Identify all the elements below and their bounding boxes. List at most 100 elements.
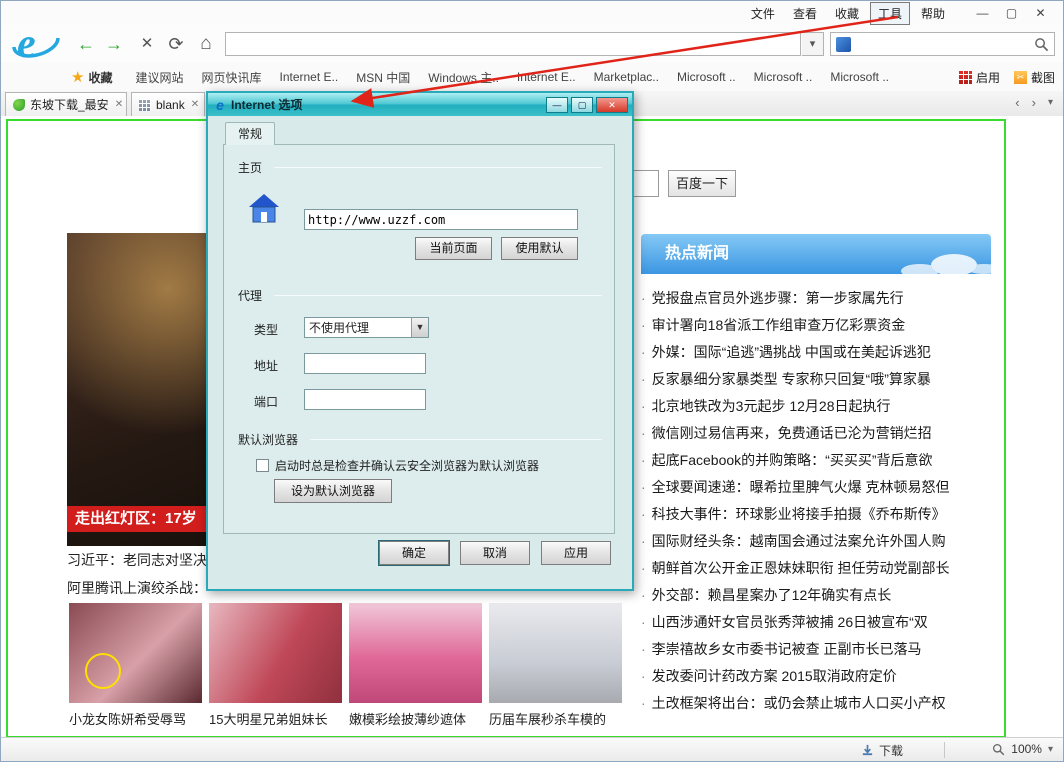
dialog-title-bar[interactable]: e Internet 选项 — ▢ ✕: [208, 93, 632, 116]
menu-help[interactable]: 帮助: [914, 3, 952, 24]
forward-button[interactable]: →: [101, 31, 127, 57]
news-item[interactable]: · 发改委问计药改方案 2015取消政府定价: [641, 663, 991, 690]
ok-button[interactable]: 确定: [379, 541, 449, 565]
tab-close-icon[interactable]: ✕: [185, 99, 199, 110]
menu-file[interactable]: 文件: [744, 3, 782, 24]
refresh-icon[interactable]: ⟳: [163, 31, 189, 57]
menu-favorites[interactable]: 收藏: [828, 3, 866, 24]
proxy-type-select[interactable]: 不使用代理 ▼: [304, 317, 429, 338]
thumbnail-image[interactable]: [489, 603, 622, 703]
tab-list-icon[interactable]: ▾: [1048, 97, 1053, 108]
proxy-type-value: 不使用代理: [309, 321, 370, 335]
thumbnail-caption[interactable]: 小龙女陈妍希受辱骂: [69, 709, 202, 728]
tab-general[interactable]: 常规: [225, 122, 275, 145]
hot-news-panel: 热点新闻 · 党报盘点官员外逃步骤：第一步家属先行 · 审计署向18省派工作组审查万…: [641, 234, 991, 717]
favorites-star-icon[interactable]: ★: [71, 68, 84, 86]
thumbnail-caption[interactable]: 历届车展秒杀车模的: [489, 709, 622, 728]
tab-scroll-right-icon[interactable]: ›: [1032, 95, 1036, 110]
news-item[interactable]: · 起底Facebook的并购策略：“买买买”背后意欲: [641, 447, 991, 474]
set-default-browser-button[interactable]: 设为默认浏览器: [274, 479, 392, 503]
news-item[interactable]: · 反家暴细分家暴类型 专家称只回复“哦”算家暴: [641, 366, 991, 393]
thumbnail-caption[interactable]: 嫩模彩绘披薄纱遮体: [349, 709, 482, 728]
cancel-button[interactable]: 取消: [460, 541, 530, 565]
thumbnail-image[interactable]: [349, 603, 482, 703]
menu-tools[interactable]: 工具: [869, 1, 910, 25]
dialog-close-button[interactable]: ✕: [596, 96, 628, 113]
thumbnail-card[interactable]: 小龙女陈妍希受辱骂: [69, 603, 202, 728]
download-button[interactable]: 下载: [861, 742, 903, 759]
news-item[interactable]: · 全球要闻速递：曝希拉里脾气火爆 克林顿易怒但: [641, 474, 991, 501]
fav-link-marketplace[interactable]: Marketplac..: [594, 70, 659, 84]
favorites-bar-right: 启用 ✂ 截图: [958, 63, 1055, 91]
thumbnail-card[interactable]: 历届车展秒杀车模的: [489, 603, 622, 728]
default-browser-checkbox[interactable]: [256, 459, 269, 472]
default-browser-checkbox-label[interactable]: 启动时总是检查并确认云安全浏览器为默认浏览器: [275, 457, 539, 474]
home-icon[interactable]: ⌂: [193, 31, 219, 57]
search-provider-icon: [836, 36, 851, 52]
close-button[interactable]: ✕: [1026, 4, 1055, 22]
fav-link-microsoft-2[interactable]: Microsoft ..: [754, 70, 813, 84]
news-list: · 党报盘点官员外逃步骤：第一步家属先行 · 审计署向18省派工作组审查万亿彩票资金…: [641, 274, 991, 717]
proxy-address-input[interactable]: [304, 353, 426, 374]
dialog-maximize-button[interactable]: ▢: [571, 96, 593, 113]
stop-button[interactable]: ✕: [134, 31, 160, 57]
news-item[interactable]: · 李崇禧故乡女市委书记被查 正副市长已落马: [641, 636, 991, 663]
enable-button[interactable]: 启用: [976, 69, 1000, 86]
news-item[interactable]: · 国际财经头条：越南国会通过法案允许外国人购: [641, 528, 991, 555]
news-item[interactable]: · 山西涉通奸女官员张秀萍被捕 26日被宣布“双: [641, 609, 991, 636]
headline-link[interactable]: 阿里腾讯上演绞杀战：: [67, 578, 207, 598]
fav-link-internet-explorer-1[interactable]: Internet E..: [280, 70, 339, 84]
thumbnail-caption[interactable]: 15大明星兄弟姐妹长: [209, 709, 342, 728]
news-item[interactable]: · 微信刚过易信再来，免费通话已沦为营销烂招: [641, 420, 991, 447]
menu-view[interactable]: 查看: [786, 3, 824, 24]
use-default-button[interactable]: 使用默认: [501, 237, 578, 260]
news-item[interactable]: · 朝鲜首次公开金正恩妹妹职衔 担任劳动党副部长: [641, 555, 991, 582]
default-browser-section-label: 默认浏览器: [238, 433, 299, 447]
thumbnail-image[interactable]: [69, 603, 202, 703]
news-item[interactable]: · 党报盘点官员外逃步骤：第一步家属先行: [641, 285, 991, 312]
maximize-button[interactable]: ▢: [997, 4, 1026, 22]
news-item[interactable]: · 科技大事件：环球影业将接手拍摄《乔布斯传》: [641, 501, 991, 528]
fav-link-microsoft-3[interactable]: Microsoft ..: [830, 70, 889, 84]
news-item[interactable]: · 外交部：赖昌星案办了12年确实有点长: [641, 582, 991, 609]
news-item[interactable]: · 审计署向18省派工作组审查万亿彩票资金: [641, 312, 991, 339]
news-item[interactable]: · 北京地铁改为3元起步 12月28日起执行: [641, 393, 991, 420]
thumbnail-card[interactable]: 嫩模彩绘披薄纱遮体: [349, 603, 482, 728]
zoom-control[interactable]: 100% ▾: [992, 742, 1053, 756]
news-item[interactable]: · 外媒：国际“追逃”遇挑战 中国或在美起诉逃犯: [641, 339, 991, 366]
address-dropdown-icon[interactable]: ▾: [802, 32, 824, 56]
tab-scroll-left-icon[interactable]: ‹: [1015, 95, 1019, 110]
zoom-dropdown-icon[interactable]: ▾: [1048, 744, 1053, 755]
current-page-button[interactable]: 当前页面: [415, 237, 492, 260]
apply-button[interactable]: 应用: [541, 541, 611, 565]
back-button[interactable]: ←: [73, 31, 99, 57]
fav-link-suggested-sites[interactable]: 建议网站: [135, 69, 183, 86]
news-item[interactable]: · 土改框架将出台：或仍会禁止城市人口买小产权: [641, 690, 991, 717]
general-tab-panel: 主页 当前页面 使用默认 代理 类型 不使用代理 ▼ 地址 端口: [223, 144, 615, 534]
tab-close-icon[interactable]: ✕: [109, 99, 123, 110]
homepage-url-input[interactable]: [304, 209, 578, 230]
tab-blank[interactable]: blank ✕: [131, 92, 205, 116]
fav-link-microsoft-1[interactable]: Microsoft ..: [677, 70, 736, 84]
browser-logo-icon[interactable]: e: [9, 19, 61, 69]
thumbnail-image[interactable]: [209, 603, 342, 703]
minimize-button[interactable]: —: [968, 4, 997, 22]
fav-link-web-slices[interactable]: 网页快讯库: [201, 69, 261, 86]
search-icon[interactable]: [1034, 37, 1049, 52]
capture-button[interactable]: 截图: [1031, 69, 1055, 86]
window-controls: — ▢ ✕: [968, 4, 1055, 22]
select-dropdown-icon[interactable]: ▼: [411, 318, 428, 337]
tab-dongpo-download[interactable]: 东坡下载_最安 ✕: [5, 92, 127, 116]
fav-link-internet-explorer-2[interactable]: Internet E..: [517, 70, 576, 84]
thumbnail-card[interactable]: 15大明星兄弟姐妹长: [209, 603, 342, 728]
fav-link-msn-china[interactable]: MSN 中国: [356, 69, 410, 86]
fav-link-windows-home[interactable]: Windows 主..: [428, 69, 499, 86]
highlight-circle: [85, 653, 121, 689]
address-bar-input[interactable]: [225, 32, 801, 56]
search-box[interactable]: [830, 32, 1055, 56]
headline-link[interactable]: 习近平：老同志对坚决: [67, 550, 207, 570]
baidu-search-button[interactable]: 百度一下: [668, 170, 736, 197]
favorites-button[interactable]: 收藏: [88, 69, 112, 86]
proxy-port-input[interactable]: [304, 389, 426, 410]
dialog-minimize-button[interactable]: —: [546, 96, 568, 113]
